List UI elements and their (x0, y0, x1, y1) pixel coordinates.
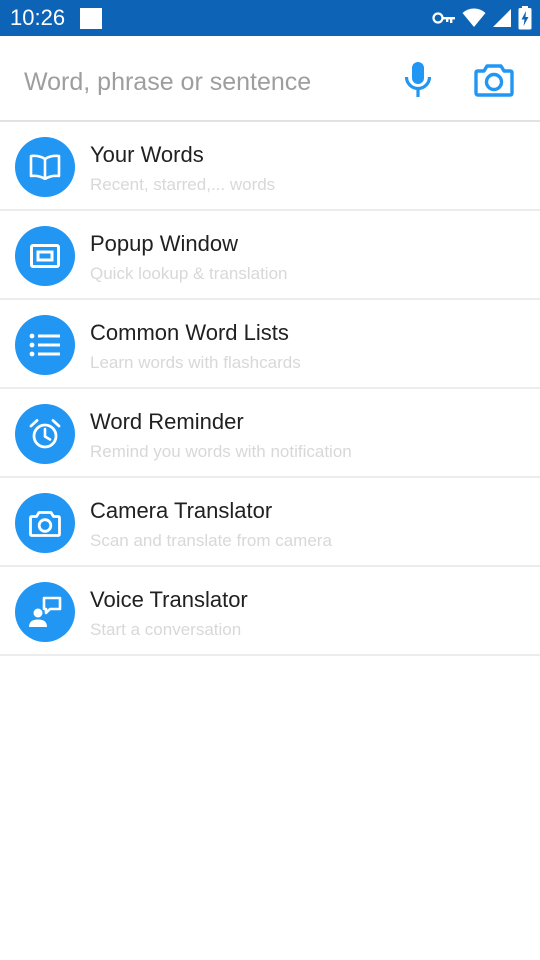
menu-item-title: Your Words (90, 142, 204, 167)
menu-item-popup-window[interactable]: Popup Window Quick lookup & translation (0, 211, 540, 300)
menu-item-subtitle: Scan and translate from camera (90, 531, 332, 550)
menu-item-title: Popup Window (90, 231, 238, 256)
search-input[interactable] (24, 64, 374, 100)
battery-icon (518, 6, 532, 30)
menu-item-camera-translator[interactable]: Camera Translator Scan and translate fro… (0, 478, 540, 567)
menu-item-subtitle: Start a conversation (90, 620, 242, 639)
menu-item-your-words[interactable]: Your Words Recent, starred,... words (0, 122, 540, 211)
menu-item-voice-translator[interactable]: Voice Translator Start a conversation (0, 567, 540, 656)
menu-item-title: Common Word Lists (90, 320, 289, 345)
microphone-icon (403, 60, 433, 105)
menu-item-word-reminder[interactable]: Word Reminder Remind you words with noti… (0, 389, 540, 478)
menu-item-subtitle: Learn words with flashcards (90, 353, 301, 372)
status-time: 10:26 (10, 5, 66, 30)
menu-item-subtitle: Recent, starred,... words (90, 175, 276, 194)
wifi-icon (462, 8, 486, 28)
voice-chat-icon (15, 582, 75, 642)
camera-search-button[interactable] (472, 62, 516, 102)
book-icon (15, 137, 75, 197)
feature-menu-list: Your Words Recent, starred,... words Pop… (0, 122, 540, 656)
camera-icon (474, 63, 514, 102)
vpn-key-icon (432, 11, 456, 25)
menu-item-title: Voice Translator (90, 587, 248, 612)
menu-item-subtitle: Remind you words with notification (90, 442, 352, 461)
menu-item-title: Word Reminder (90, 409, 244, 434)
popup-window-icon (15, 226, 75, 286)
list-icon (15, 315, 75, 375)
voice-input-button[interactable] (398, 60, 438, 104)
menu-item-title: Camera Translator (90, 498, 273, 523)
camera-icon (15, 493, 75, 553)
status-icons (432, 6, 532, 30)
cellular-signal-icon (492, 8, 512, 28)
alarm-clock-icon (15, 404, 75, 464)
status-bar: 10:26 (0, 0, 540, 36)
notification-icon (80, 8, 102, 29)
menu-item-common-word-lists[interactable]: Common Word Lists Learn words with flash… (0, 300, 540, 389)
search-bar (0, 36, 540, 122)
menu-item-subtitle: Quick lookup & translation (90, 264, 288, 283)
